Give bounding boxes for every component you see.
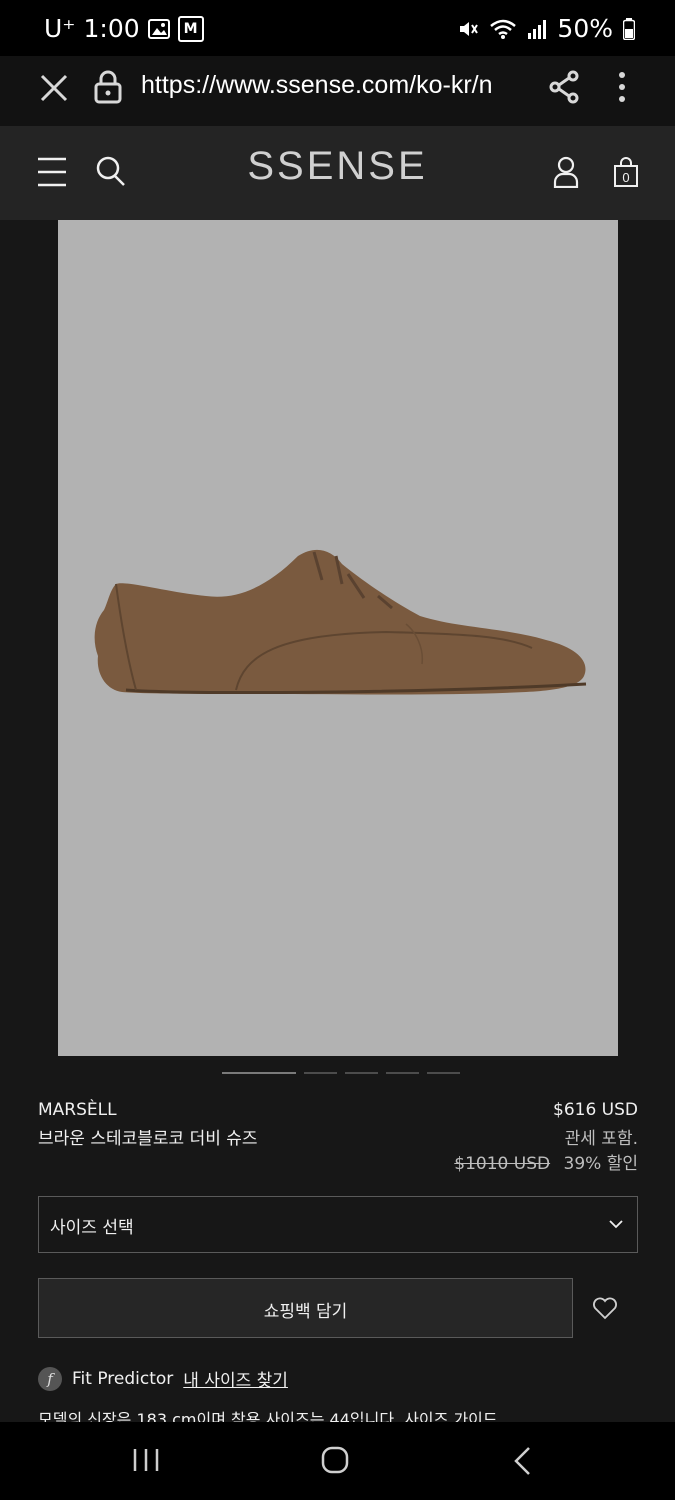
browser-url-bar: https://www.ssense.com/ko-kr/n — [0, 56, 675, 127]
carrier-label: U⁺ — [44, 14, 76, 43]
discount-percent: 39% 할인 — [563, 1154, 638, 1174]
recent-apps-icon[interactable] — [133, 1448, 159, 1472]
status-bar: U⁺ 1:00 M 50% — [0, 0, 675, 56]
url-field[interactable]: https://www.ssense.com/ko-kr/n — [141, 71, 525, 100]
fit-predictor-icon: f — [38, 1366, 62, 1391]
wishlist-heart-icon[interactable] — [592, 1296, 618, 1320]
carousel-dot[interactable] — [345, 1072, 378, 1074]
home-icon[interactable] — [321, 1446, 349, 1474]
product-price: $616 USD — [553, 1100, 638, 1120]
size-select[interactable]: 사이즈 선택 — [38, 1196, 638, 1253]
mute-icon — [460, 21, 479, 36]
status-left: U⁺ 1:00 M — [44, 14, 204, 43]
battery-icon — [623, 17, 635, 40]
product-name: 브라운 스테코블로코 더비 슈즈 — [38, 1129, 258, 1149]
share-icon[interactable] — [548, 70, 580, 104]
close-tab-icon[interactable] — [38, 72, 70, 104]
carousel-indicators — [222, 1072, 460, 1075]
gallery-icon — [147, 18, 170, 39]
chevron-down-icon — [609, 1220, 623, 1229]
carousel-dot[interactable] — [386, 1072, 419, 1074]
original-price: $1010 USD — [454, 1154, 551, 1174]
discount-line: $1010 USD 39% 할인 — [454, 1149, 638, 1174]
carousel-dot[interactable] — [304, 1072, 337, 1074]
battery-percent: 50% — [557, 14, 613, 43]
clock: 1:00 — [83, 14, 140, 43]
carousel-dot[interactable] — [427, 1072, 460, 1074]
status-right: 50% — [457, 14, 635, 43]
size-select-label: 사이즈 선택 — [50, 1218, 134, 1238]
site-header: SSENSE 0 — [0, 126, 675, 220]
shopping-bag-icon[interactable]: 0 — [613, 156, 639, 188]
more-options-icon[interactable] — [616, 70, 628, 104]
back-icon[interactable] — [512, 1446, 532, 1476]
signal-icon — [528, 19, 547, 39]
product-image[interactable] — [58, 220, 618, 1056]
duty-note: 관세 포함. — [564, 1129, 638, 1149]
fit-predictor-title: Fit Predictor — [72, 1368, 174, 1389]
system-nav-bar — [0, 1422, 675, 1500]
lock-icon[interactable] — [93, 70, 123, 104]
fit-predictor: f Fit Predictor 내 사이즈 찾기 — [38, 1366, 288, 1391]
add-to-bag-label: 쇼핑백 담기 — [263, 1302, 348, 1322]
account-icon[interactable] — [553, 156, 579, 188]
product-brand[interactable]: MARSÈLL — [38, 1100, 117, 1120]
carousel-dot[interactable] — [222, 1072, 296, 1074]
add-to-bag-button[interactable]: 쇼핑백 담기 — [38, 1278, 573, 1338]
wifi-icon — [490, 19, 517, 39]
cart-count: 0 — [622, 170, 629, 185]
mail-icon: M — [177, 15, 204, 42]
shoe-image — [94, 549, 587, 695]
find-my-size-link[interactable]: 내 사이즈 찾기 — [183, 1366, 288, 1391]
